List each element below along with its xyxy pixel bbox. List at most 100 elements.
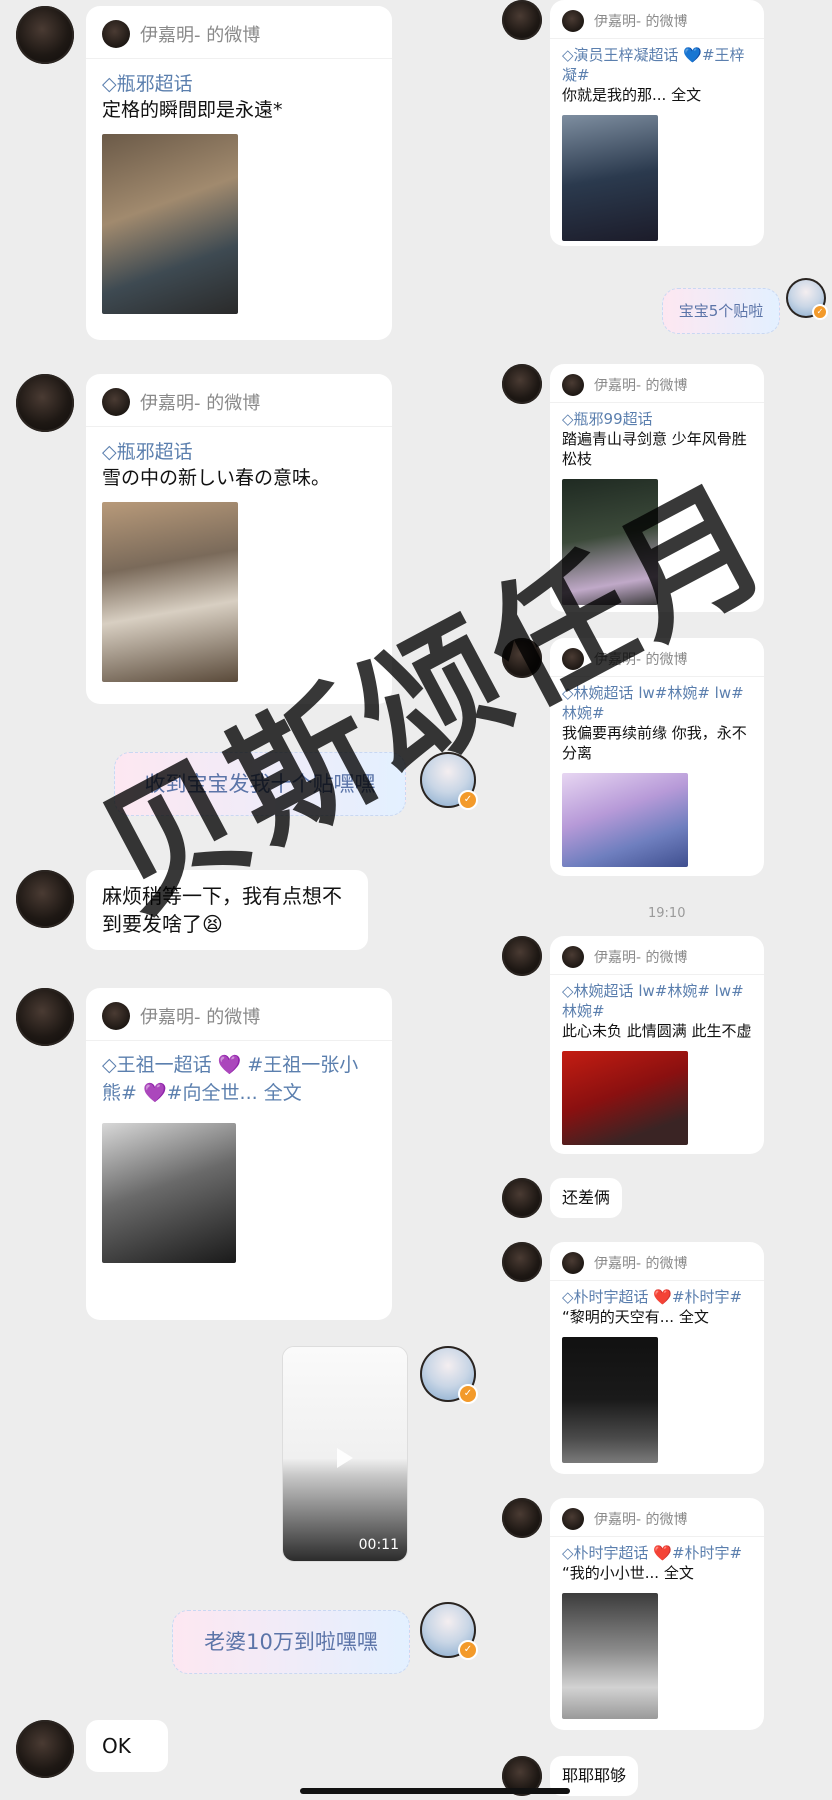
card-header: 伊嘉明- 的微博 xyxy=(550,364,764,403)
sender-avatar[interactable] xyxy=(502,364,542,404)
weibo-share-card[interactable]: 伊嘉明- 的微博 ◇林婉超话 lw#林婉# lw#林婉# 我偏要再续前缘 你我，… xyxy=(550,638,764,876)
source-label: 伊嘉明- 的微博 xyxy=(140,393,261,414)
my-avatar[interactable]: ✓ xyxy=(420,1602,478,1660)
weibo-share-card[interactable]: 伊嘉明- 的微博 ◇瓶邪超话 雪の中の新しい春の意味。 xyxy=(86,374,392,704)
my-avatar[interactable]: ✓ xyxy=(420,752,478,810)
sender-avatar[interactable] xyxy=(502,0,542,40)
sender-avatar[interactable] xyxy=(16,1720,74,1778)
post-image[interactable] xyxy=(102,134,238,314)
weibo-share-card[interactable]: 伊嘉明- 的微博 ◇王祖一超话 💜 #王祖一张小熊# 💜#向全世... 全文 xyxy=(86,988,392,1320)
message-text: 麻烦稍等一下，我有点想不到要发啥了😫 xyxy=(102,884,342,936)
weibo-share-card[interactable]: 伊嘉明- 的微博 ◇朴时宇超话 ❤️#朴时宇# “黎明的天空有... 全文 xyxy=(550,1242,764,1474)
sender-avatar[interactable] xyxy=(502,936,542,976)
card-header: 伊嘉明- 的微博 xyxy=(550,0,764,39)
verified-badge-icon: ✓ xyxy=(812,304,828,320)
diamond-icon: ◇ xyxy=(562,684,574,702)
supertopic-tag[interactable]: ◇朴时宇超话 ❤️#朴时宇# xyxy=(562,1543,752,1563)
weibo-share-card[interactable]: 伊嘉明- 的微博 ◇演员王梓凝超话 💙#王梓凝# 你就是我的那... 全文 xyxy=(550,0,764,246)
video-duration: 00:11 xyxy=(358,1537,399,1553)
weibo-share-card[interactable]: 伊嘉明- 的微博 ◇林婉超话 lw#林婉# lw#林婉# 此心未负 此情圆满 此… xyxy=(550,936,764,1154)
play-icon[interactable] xyxy=(337,1448,353,1469)
source-avatar xyxy=(102,1002,130,1030)
supertopic-tag[interactable]: ◇王祖一超话 💜 #王祖一张小熊# 💜#向全世... 全文 xyxy=(102,1051,376,1107)
source-avatar xyxy=(562,648,584,670)
sticker-text: 宝宝5个贴啦 xyxy=(678,302,764,320)
text-message[interactable]: 麻烦稍等一下，我有点想不到要发啥了😫 xyxy=(86,870,368,950)
post-image[interactable] xyxy=(562,479,658,605)
weibo-share-card[interactable]: 伊嘉明- 的微博 ◇朴时宇超话 ❤️#朴时宇# “我的小小世... 全文 xyxy=(550,1498,764,1730)
supertopic-tag[interactable]: ◇林婉超话 lw#林婉# lw#林婉# xyxy=(562,981,752,1021)
supertopic-tag[interactable]: ◇瓶邪超话 xyxy=(102,437,376,464)
verified-badge-icon: ✓ xyxy=(458,1384,478,1404)
sticker-message[interactable]: 收到宝宝发我十个贴嘿嘿 xyxy=(114,752,406,816)
video-message[interactable]: 00:11 xyxy=(282,1346,408,1562)
source-avatar xyxy=(562,10,584,32)
text-message[interactable]: OK xyxy=(86,1720,168,1772)
sender-avatar[interactable] xyxy=(16,6,74,64)
source-avatar xyxy=(102,20,130,48)
supertopic-tag[interactable]: ◇演员王梓凝超话 💙#王梓凝# xyxy=(562,45,752,85)
sender-avatar[interactable] xyxy=(502,1178,542,1218)
post-text: 定格的瞬間即是永遠* xyxy=(102,99,283,121)
my-avatar[interactable]: ✓ xyxy=(786,278,828,320)
verified-badge-icon: ✓ xyxy=(458,1640,478,1660)
sender-avatar[interactable] xyxy=(502,1242,542,1282)
card-header: 伊嘉明- 的微博 xyxy=(86,374,392,427)
post-text: “我的小小世... 全文 xyxy=(562,1564,694,1582)
supertopic-tag[interactable]: ◇瓶邪99超话 xyxy=(562,409,752,429)
supertopic-tag[interactable]: ◇瓶邪超话 xyxy=(102,69,376,96)
diamond-icon: ◇ xyxy=(102,1054,117,1076)
post-image[interactable] xyxy=(562,773,688,867)
post-image[interactable] xyxy=(102,502,238,682)
post-image[interactable] xyxy=(562,1051,688,1145)
weibo-share-card[interactable]: 伊嘉明- 的微博 ◇瓶邪超话 定格的瞬間即是永遠* xyxy=(86,6,392,340)
diamond-icon: ◇ xyxy=(562,982,574,1000)
supertopic-tag[interactable]: ◇朴时宇超话 ❤️#朴时宇# xyxy=(562,1287,752,1307)
source-avatar xyxy=(562,1508,584,1530)
source-avatar xyxy=(102,388,130,416)
sender-avatar[interactable] xyxy=(502,1498,542,1538)
post-text: 踏遍青山寻剑意 少年风骨胜松枝 xyxy=(562,430,747,468)
sender-avatar[interactable] xyxy=(16,870,74,928)
card-header: 伊嘉明- 的微博 xyxy=(550,638,764,677)
my-avatar[interactable]: ✓ xyxy=(420,1346,478,1404)
diamond-icon: ◇ xyxy=(102,73,117,95)
source-avatar xyxy=(562,1252,584,1274)
card-header: 伊嘉明- 的微博 xyxy=(550,1242,764,1281)
source-label: 伊嘉明- 的微博 xyxy=(594,378,688,394)
message-text: 还差俩 xyxy=(562,1188,611,1207)
card-header: 伊嘉明- 的微博 xyxy=(550,936,764,975)
source-label: 伊嘉明- 的微博 xyxy=(594,1512,688,1528)
sticker-message[interactable]: 老婆10万到啦嘿嘿 xyxy=(172,1610,410,1674)
sender-avatar[interactable] xyxy=(502,638,542,678)
card-header: 伊嘉明- 的微博 xyxy=(550,1498,764,1537)
message-text: 耶耶耶够 xyxy=(562,1766,627,1785)
post-image[interactable] xyxy=(562,1337,658,1463)
home-indicator xyxy=(300,1788,570,1794)
post-text: 我偏要再续前缘 你我，永不分离 xyxy=(562,724,747,762)
supertopic-tag[interactable]: ◇林婉超话 lw#林婉# lw#林婉# xyxy=(562,683,752,723)
sticker-message[interactable]: 宝宝5个贴啦 xyxy=(662,288,780,334)
diamond-icon: ◇ xyxy=(562,46,574,64)
source-label: 伊嘉明- 的微博 xyxy=(594,950,688,966)
diamond-icon: ◇ xyxy=(102,441,117,463)
post-image[interactable] xyxy=(102,1123,236,1263)
source-label: 伊嘉明- 的微博 xyxy=(594,14,688,30)
sender-avatar[interactable] xyxy=(16,988,74,1046)
post-text: 雪の中の新しい春の意味。 xyxy=(102,467,331,489)
card-header: 伊嘉明- 的微博 xyxy=(86,6,392,59)
post-text: 你就是我的那... 全文 xyxy=(562,86,702,104)
sticker-text: 老婆10万到啦嘿嘿 xyxy=(204,1630,378,1654)
card-header: 伊嘉明- 的微博 xyxy=(86,988,392,1041)
timestamp: 19:10 xyxy=(648,906,686,921)
sender-avatar[interactable] xyxy=(16,374,74,432)
post-image[interactable] xyxy=(562,115,658,241)
source-label: 伊嘉明- 的微博 xyxy=(594,1256,688,1272)
text-message[interactable]: 还差俩 xyxy=(550,1178,623,1218)
post-text: 此心未负 此情圆满 此生不虚 xyxy=(562,1022,752,1040)
source-label: 伊嘉明- 的微博 xyxy=(140,1007,261,1028)
post-image[interactable] xyxy=(562,1593,658,1719)
verified-badge-icon: ✓ xyxy=(458,790,478,810)
source-label: 伊嘉明- 的微博 xyxy=(594,652,688,668)
weibo-share-card[interactable]: 伊嘉明- 的微博 ◇瓶邪99超话 踏遍青山寻剑意 少年风骨胜松枝 xyxy=(550,364,764,612)
